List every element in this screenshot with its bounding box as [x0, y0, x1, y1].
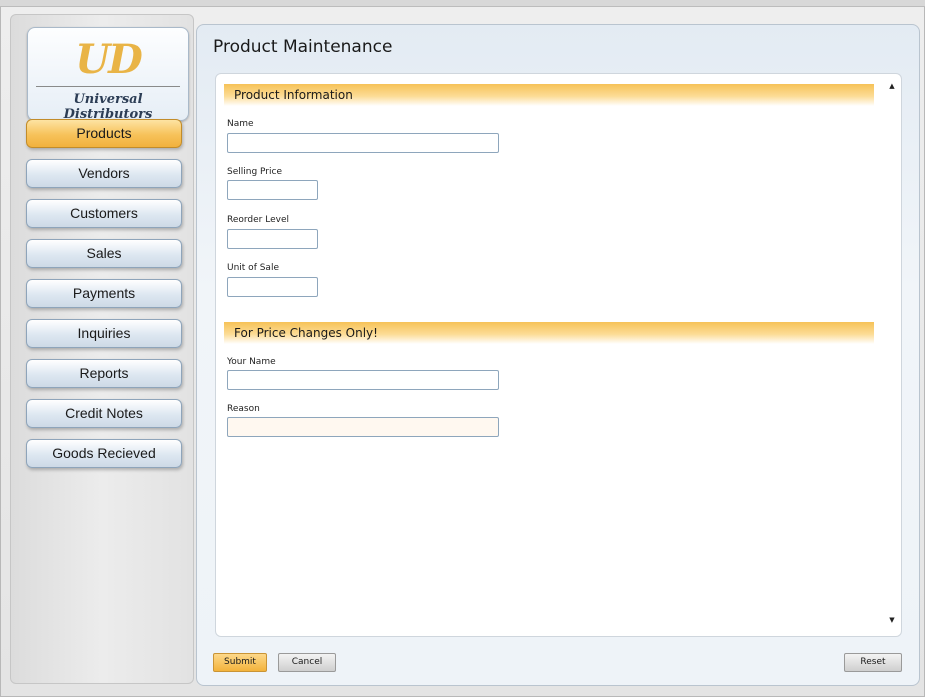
window-top-bar [0, 0, 925, 7]
selling-price-label: Selling Price [227, 167, 282, 177]
scroll-down-icon[interactable]: ▼ [888, 616, 896, 624]
app-window: UD Universal Distributors Products Vendo… [0, 0, 925, 697]
scroll-up-icon[interactable]: ▲ [888, 82, 896, 90]
reorder-level-input[interactable] [227, 229, 318, 249]
section-header-product-information: Product Information [224, 84, 874, 106]
sidebar: UD Universal Distributors [10, 14, 194, 684]
page-title: Product Maintenance [213, 37, 393, 57]
nav-payments-button[interactable]: Payments [26, 279, 182, 308]
name-label: Name [227, 119, 254, 129]
nav-reports-button[interactable]: Reports [26, 359, 182, 388]
reset-button[interactable]: Reset [844, 653, 902, 672]
your-name-label: Your Name [227, 357, 276, 367]
reorder-level-label: Reorder Level [227, 215, 290, 225]
your-name-input[interactable] [227, 370, 499, 390]
nav-products-button[interactable]: Products [26, 119, 182, 148]
form-panel: Product Information Name Selling Price R… [215, 73, 902, 637]
name-input[interactable] [227, 133, 499, 153]
unit-of-sale-label: Unit of Sale [227, 263, 279, 273]
logo: UD Universal Distributors [27, 27, 189, 122]
reason-input[interactable] [227, 417, 499, 437]
logo-mark: UD [75, 36, 143, 83]
reason-label: Reason [227, 404, 260, 414]
submit-button[interactable]: Submit [213, 653, 267, 672]
logo-divider [36, 86, 180, 87]
nav-sales-button[interactable]: Sales [26, 239, 182, 268]
logo-company-name: Universal Distributors [63, 92, 153, 122]
section-header-price-changes: For Price Changes Only! [224, 322, 874, 344]
cancel-button[interactable]: Cancel [278, 653, 336, 672]
nav-credit-notes-button[interactable]: Credit Notes [26, 399, 182, 428]
nav-vendors-button[interactable]: Vendors [26, 159, 182, 188]
nav-customers-button[interactable]: Customers [26, 199, 182, 228]
selling-price-input[interactable] [227, 180, 318, 200]
unit-of-sale-input[interactable] [227, 277, 318, 297]
nav-inquiries-button[interactable]: Inquiries [26, 319, 182, 348]
main-panel: Product Maintenance Product Information … [196, 24, 920, 686]
form-scrollbar[interactable]: ▲ ▼ [885, 76, 899, 632]
nav-goods-received-button[interactable]: Goods Recieved [26, 439, 182, 468]
